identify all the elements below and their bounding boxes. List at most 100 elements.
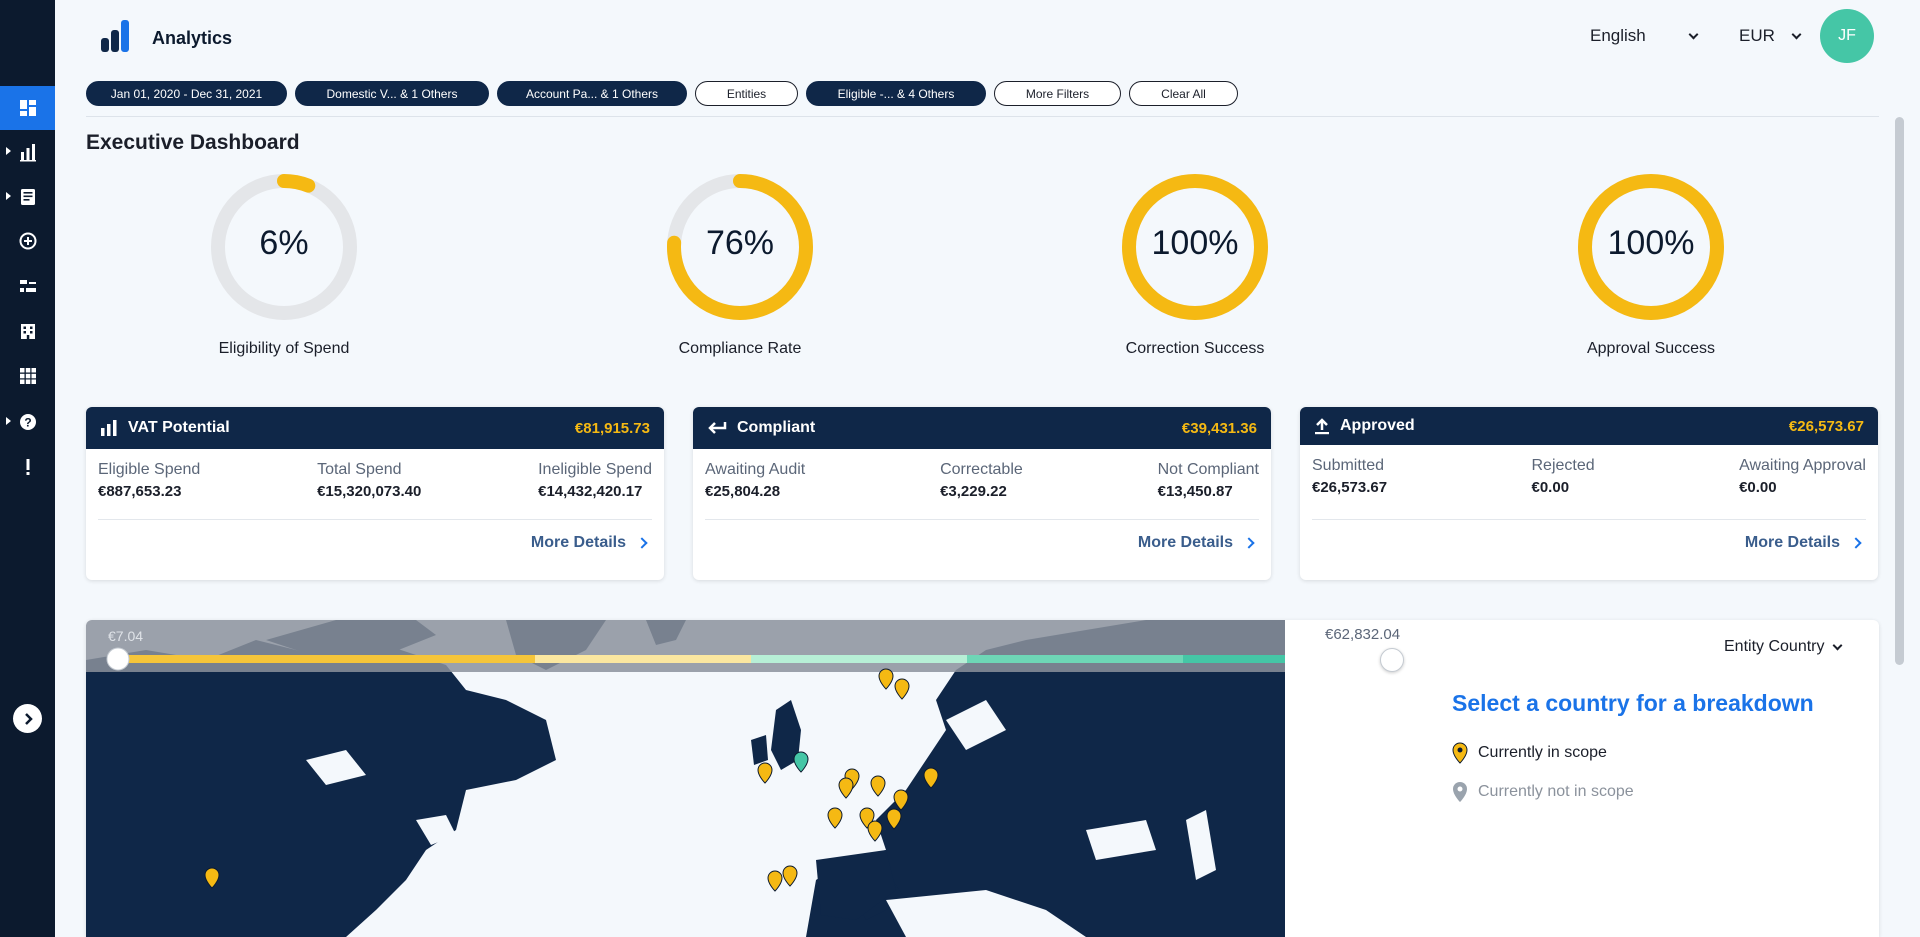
pin-in-scope-icon (893, 789, 909, 811)
add-circle-icon (19, 232, 36, 250)
language-value: English (1590, 26, 1646, 45)
filter-eligible[interactable]: Eligible -... & 4 Others (806, 81, 986, 106)
pin-in-scope-icon (1452, 742, 1468, 764)
entity-country-select[interactable]: Entity Country (1724, 638, 1843, 656)
sidebar-expand-button[interactable] (13, 704, 42, 733)
upload-icon (1315, 418, 1329, 435)
sidebar-item-apps[interactable] (0, 354, 55, 398)
help-icon: ? (19, 414, 36, 430)
metric-rejected: Rejected €0.00 (1531, 457, 1595, 496)
sidebar-item-analytics[interactable] (0, 130, 55, 174)
chevron-right-icon (1243, 537, 1255, 549)
language-select[interactable]: English (1590, 26, 1699, 46)
sidebar-item-entities[interactable] (0, 309, 55, 353)
sidebar-item-reports[interactable] (0, 175, 55, 219)
clear-all-button[interactable]: Clear All (1129, 81, 1238, 106)
more-details-label: More Details (530, 534, 626, 551)
filter-domestic[interactable]: Domestic V... & 1 Others (295, 81, 489, 106)
slider-max-handle[interactable] (1380, 648, 1404, 672)
more-details-label: More Details (1137, 534, 1233, 551)
map-panel (86, 620, 1879, 937)
card-title: Compliant (737, 419, 816, 436)
chevron-down-icon (1791, 29, 1802, 39)
breakdown-title: Select a country for a breakdown (1452, 690, 1814, 716)
gauge-value: 100% (1607, 224, 1695, 262)
apps-grid-icon (19, 368, 36, 384)
pin-in-scope-icon (782, 865, 798, 887)
gauge-value: 76% (705, 224, 775, 262)
legend-not-in-scope: Currently not in scope (1452, 781, 1634, 803)
app-title: Analytics (152, 28, 233, 48)
slider-min-handle (106, 647, 130, 671)
sidebar-item-add[interactable] (0, 219, 55, 263)
page-scrollbar[interactable] (1895, 117, 1904, 665)
metric-total-spend: Total Spend €15,320,073.40 (317, 461, 422, 500)
pin-not-in-scope-icon (1453, 782, 1467, 802)
metric-not-compliant: Not Compliant €13,450.87 (1157, 461, 1259, 500)
card-title: Approved (1340, 417, 1415, 434)
card-amount: €81,915.73 (574, 419, 650, 437)
return-arrow-icon (708, 422, 727, 434)
pin-in-scope-icon (867, 820, 883, 842)
pin-in-scope-icon (204, 867, 220, 889)
top-header: Analytics English EUR JF (55, 0, 1920, 76)
card-approved: Approved €26,573.67 Submitted €26,573.67 … (1300, 407, 1878, 580)
pin-selected-icon (793, 751, 809, 773)
more-filters-button[interactable]: More Filters (994, 81, 1121, 106)
chevron-down-icon (1833, 640, 1843, 650)
metric-eligible-spend: Eligible Spend €887,653.23 (98, 461, 201, 500)
filter-bar: Jan 01, 2020 - Dec 31, 2021 Domestic V..… (86, 81, 1238, 106)
more-details-link[interactable]: More Details (693, 520, 1271, 552)
more-details-link[interactable]: More Details (86, 520, 664, 552)
entity-select-value: Entity Country (1724, 638, 1825, 655)
chevron-down-icon (1688, 29, 1699, 39)
pin-in-scope-icon (894, 678, 910, 700)
report-icon (20, 189, 35, 205)
filter-account[interactable]: Account Pa... & 1 Others (497, 81, 687, 106)
legend-in-scope: Currently in scope (1452, 742, 1607, 764)
chevron-right-icon (1850, 537, 1862, 549)
legend-label: Currently not in scope (1478, 783, 1634, 800)
sidebar: ? (0, 0, 55, 937)
card-title: VAT Potential (128, 419, 230, 436)
user-avatar[interactable]: JF (1820, 9, 1874, 63)
gauge-label: Compliance Rate (678, 340, 802, 357)
divider (86, 116, 1879, 117)
gauge-label: Correction Success (1125, 340, 1265, 357)
bar-chart-icon (19, 144, 36, 162)
filter-entities[interactable]: Entities (695, 81, 798, 106)
card-amount: €26,573.67 (1788, 417, 1864, 435)
card-compliant: Compliant €39,431.36 Awaiting Audit €25,8… (693, 407, 1271, 580)
pin-in-scope-icon (767, 870, 783, 892)
gauge-label: Approval Success (1586, 340, 1716, 357)
gauge-value: 100% (1151, 224, 1239, 262)
sidebar-item-alerts[interactable] (0, 445, 55, 489)
svg-text:?: ? (24, 416, 31, 430)
metric-submitted: Submitted €26,573.67 (1312, 457, 1388, 496)
sidebar-item-dashboard[interactable] (0, 86, 55, 130)
metric-correctable: Correctable €3,229.22 (940, 461, 1023, 500)
chevron-right-icon (24, 712, 33, 725)
app-logo-icon (101, 20, 129, 52)
list-icon (19, 280, 36, 292)
currency-value: EUR (1739, 26, 1775, 45)
gauge-value: 6% (259, 224, 309, 262)
gauge-correction: 100% Correction Success (1115, 172, 1275, 357)
sidebar-item-help[interactable]: ? (0, 400, 55, 444)
alert-icon (26, 459, 29, 475)
currency-select[interactable]: EUR (1739, 26, 1802, 46)
card-header: Approved €26,573.67 (1300, 407, 1878, 445)
pin-in-scope-icon (870, 775, 886, 797)
building-icon (20, 324, 35, 339)
pin-in-scope-icon (757, 762, 773, 784)
card-vat-potential: VAT Potential €81,915.73 Eligible Spend €… (86, 407, 664, 580)
slider-max-value: €62,832.04 (1325, 626, 1401, 643)
map-pins (106, 647, 939, 892)
more-details-label: More Details (1744, 534, 1840, 551)
card-header: Compliant €39,431.36 (693, 407, 1271, 449)
sidebar-item-list[interactable] (0, 264, 55, 308)
more-details-link[interactable]: More Details (1300, 520, 1878, 552)
filter-date-range[interactable]: Jan 01, 2020 - Dec 31, 2021 (86, 81, 287, 106)
pin-in-scope-icon (827, 807, 843, 829)
gauge-compliance: 76% Compliance Rate (660, 172, 820, 357)
